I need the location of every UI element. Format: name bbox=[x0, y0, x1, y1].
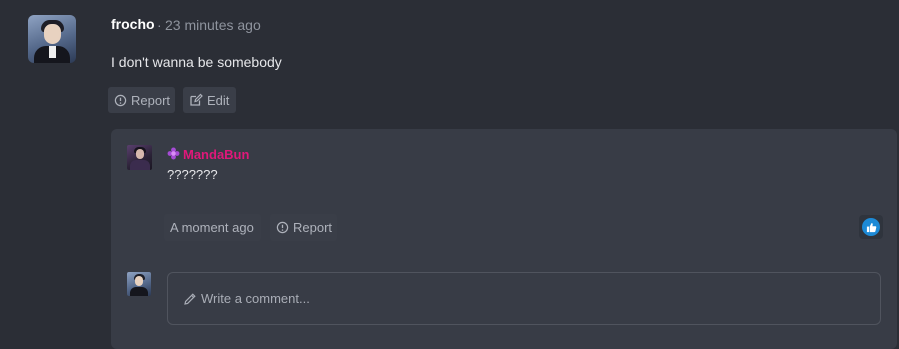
reply-report-button[interactable]: Report bbox=[270, 214, 337, 241]
like-button[interactable] bbox=[859, 215, 883, 239]
reply-timestamp-button[interactable]: A moment ago bbox=[164, 214, 261, 241]
post-body: I don't wanna be somebody bbox=[111, 54, 282, 70]
report-label: Report bbox=[131, 92, 171, 108]
comment-placeholder: Write a comment... bbox=[201, 291, 310, 306]
alert-circle-icon bbox=[114, 94, 127, 106]
comment-input[interactable]: Write a comment... bbox=[167, 272, 881, 325]
post-author-avatar[interactable] bbox=[28, 15, 76, 63]
thumbs-up-icon bbox=[866, 222, 876, 232]
edit-label: Edit bbox=[207, 92, 230, 108]
edit-icon bbox=[190, 93, 203, 106]
alert-circle-icon bbox=[276, 221, 289, 234]
flower-badge-icon bbox=[167, 147, 180, 160]
pencil-icon bbox=[184, 292, 196, 305]
meta-separator: · bbox=[157, 17, 162, 33]
reply-author-name[interactable]: MandaBun bbox=[183, 147, 249, 162]
post-author-name[interactable]: frocho bbox=[111, 16, 155, 32]
report-button[interactable]: Report bbox=[108, 87, 175, 113]
edit-button[interactable]: Edit bbox=[183, 87, 236, 113]
reply-body: ??????? bbox=[167, 167, 218, 182]
post-timestamp: 23 minutes ago bbox=[165, 17, 261, 33]
reply-timestamp: A moment ago bbox=[170, 220, 254, 235]
current-user-avatar bbox=[127, 272, 151, 296]
reply-author-avatar[interactable] bbox=[127, 145, 152, 170]
report-label: Report bbox=[293, 220, 333, 235]
